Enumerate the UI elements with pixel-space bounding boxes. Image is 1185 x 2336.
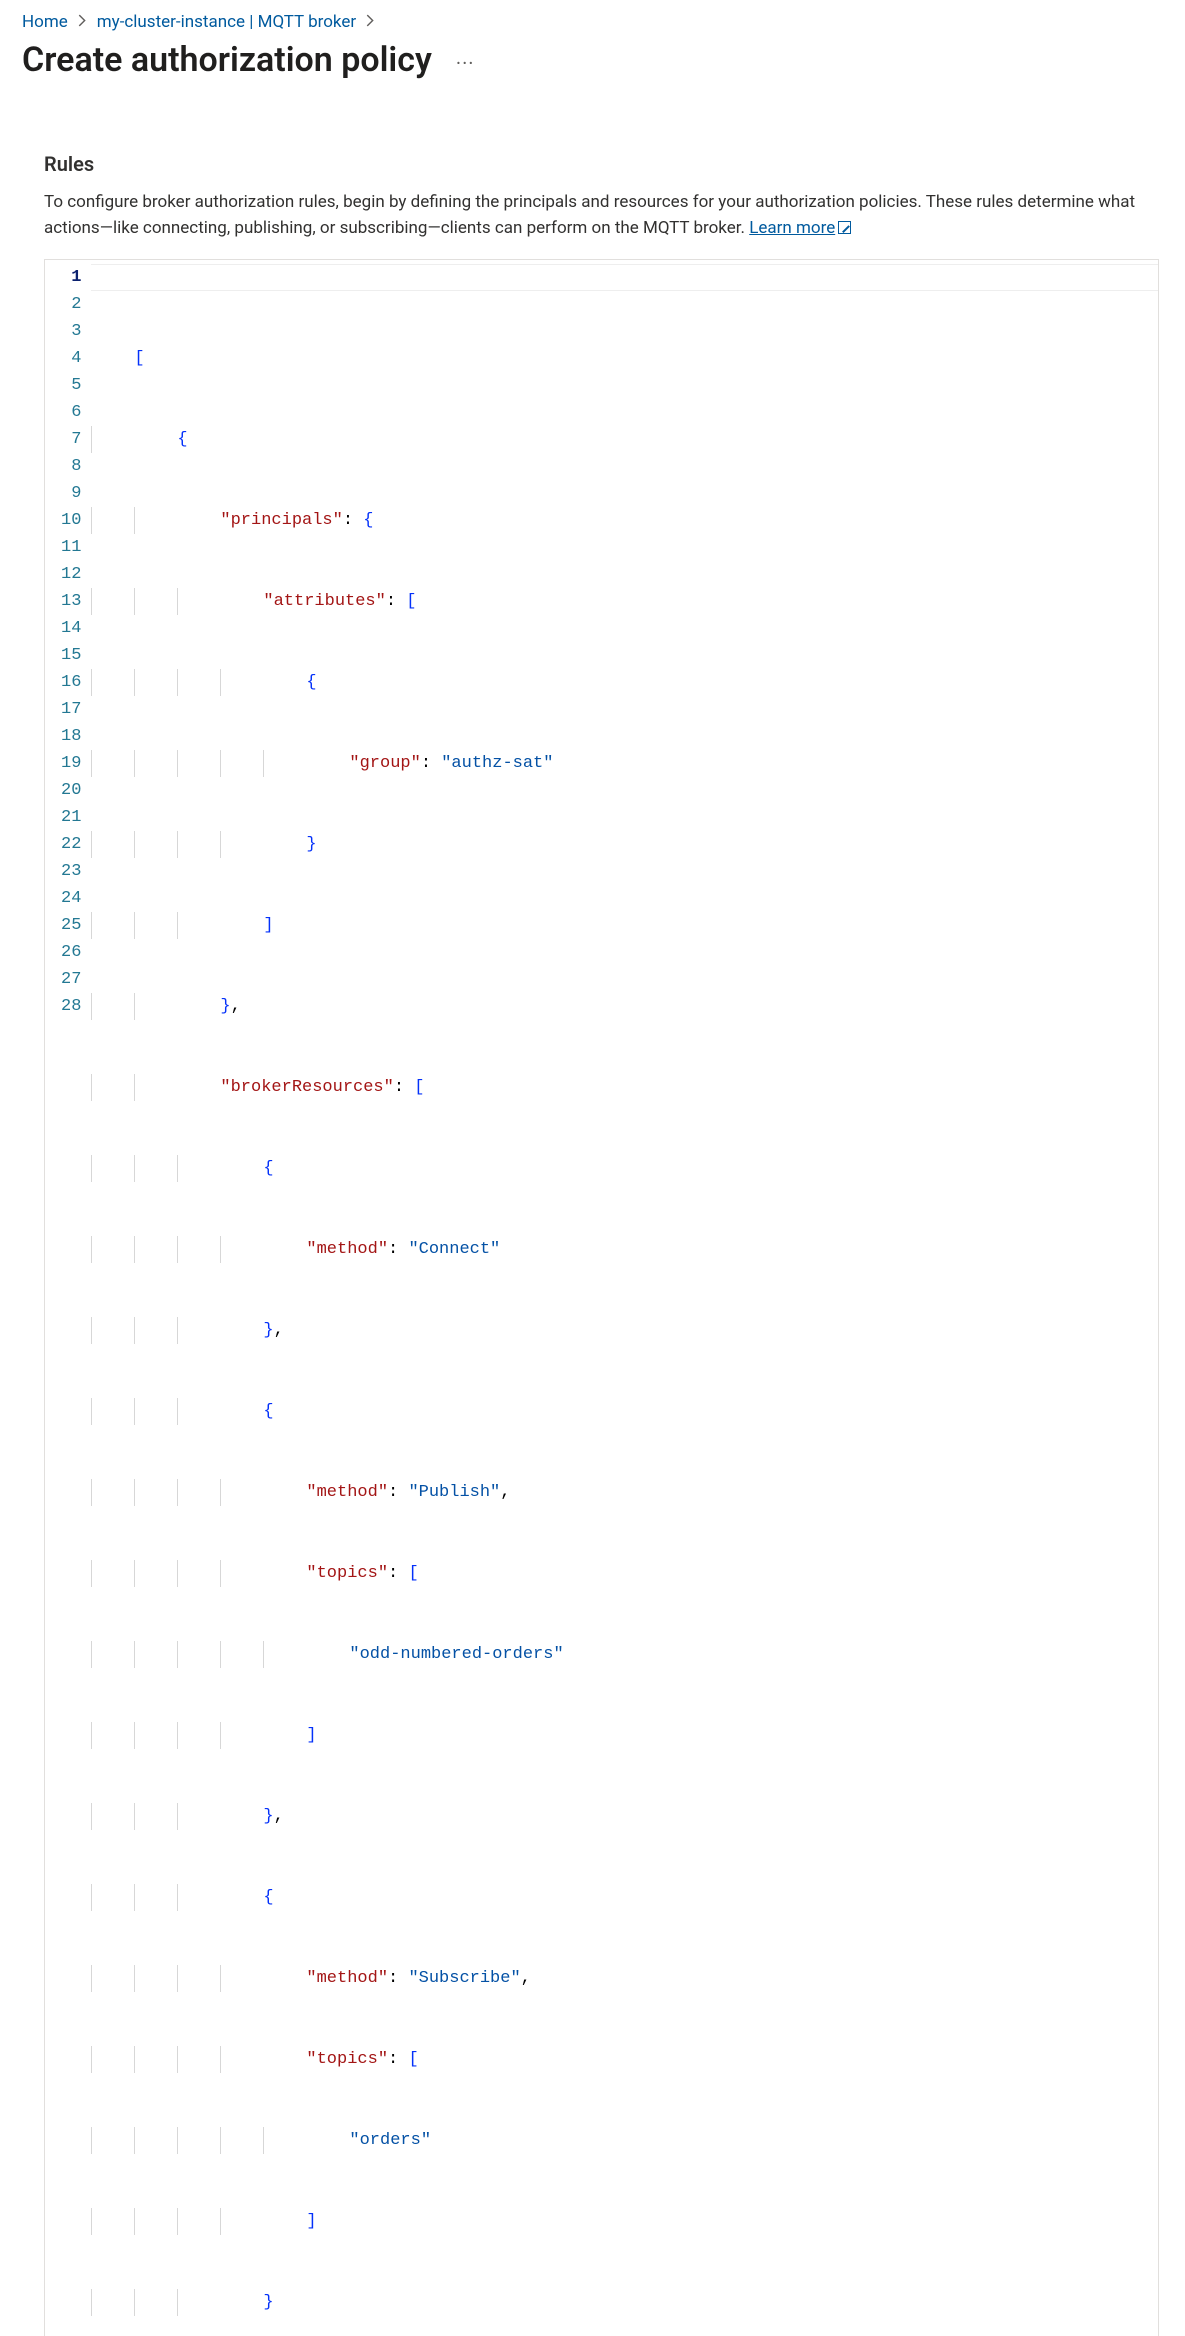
breadcrumb-home[interactable]: Home <box>22 12 68 32</box>
breadcrumb-cluster[interactable]: my-cluster-instance | MQTT broker <box>97 12 356 32</box>
breadcrumb: Home my-cluster-instance | MQTT broker <box>22 12 1163 32</box>
learn-more-link[interactable]: Learn more <box>749 218 851 238</box>
json-editor[interactable]: 1 23456789 10111213141516171819 20212223… <box>44 259 1159 2336</box>
more-icon[interactable]: ··· <box>456 47 475 73</box>
editor-gutter: 1 23456789 10111213141516171819 20212223… <box>45 260 91 2336</box>
rules-description: To configure broker authorization rules,… <box>44 190 1159 241</box>
chevron-right-icon <box>78 13 87 31</box>
external-link-icon <box>838 221 851 234</box>
rules-description-text: To configure broker authorization rules,… <box>44 192 1135 238</box>
page-title: Create authorization policy <box>22 40 432 80</box>
rules-heading: Rules <box>44 152 1159 176</box>
editor-code[interactable]: [ { "principals": { "attributes": [ { "g… <box>91 260 1158 2336</box>
rules-section: Rules To configure broker authorization … <box>22 152 1163 2336</box>
chevron-right-icon <box>366 13 375 31</box>
